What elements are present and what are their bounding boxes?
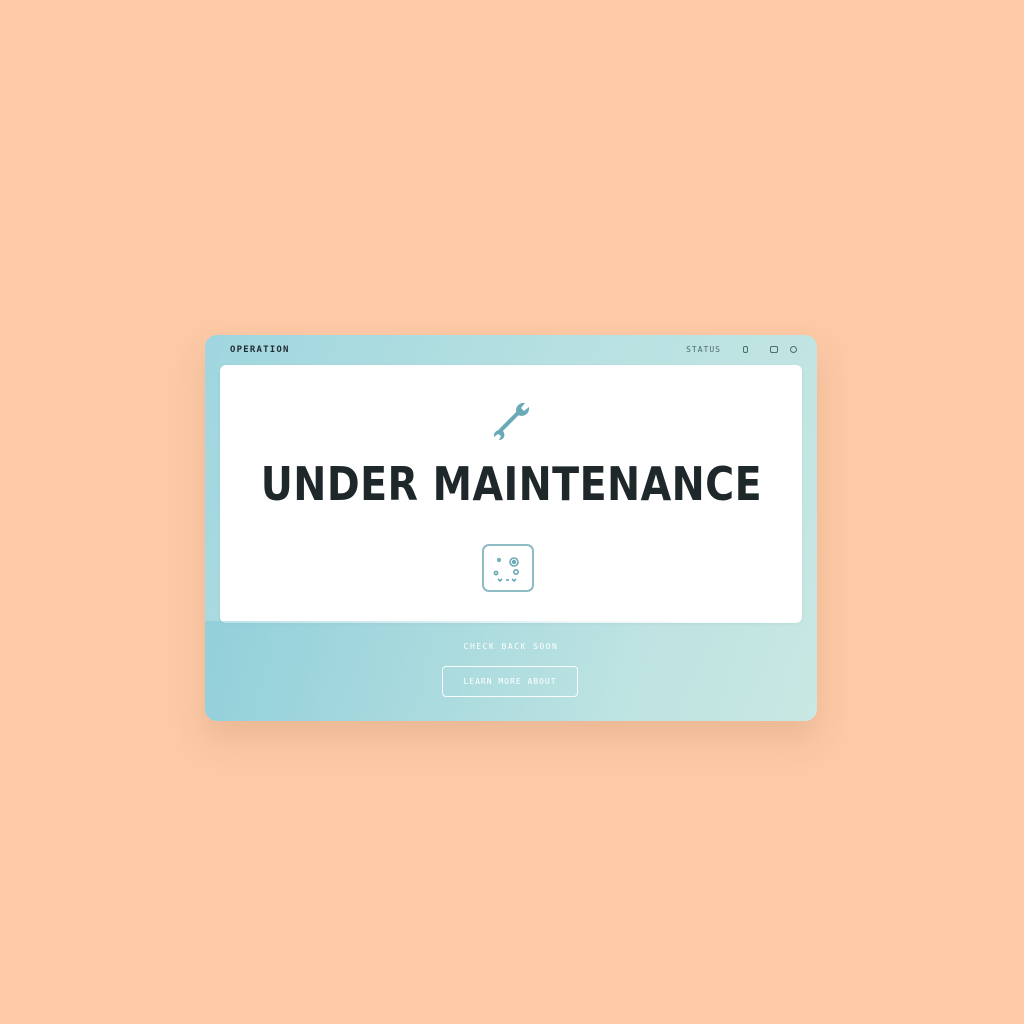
minimize-button[interactable] — [770, 346, 778, 353]
wrench-icon — [493, 402, 530, 440]
page-title: UNDER MAINTENANCE — [260, 457, 763, 511]
gears-icon — [493, 557, 519, 583]
content-panel: UNDER MAINTENANCE — [220, 365, 802, 623]
learn-more-button[interactable]: LEARN MORE ABOUT — [442, 666, 578, 697]
titlebar-small-icon[interactable] — [743, 346, 748, 353]
maintenance-window: OPERATION STATUS UNDER MAINTENANCE CHECK… — [205, 335, 817, 721]
window-controls — [770, 346, 797, 353]
maintenance-caption: CHECK BACK SOON — [463, 642, 559, 651]
titlebar-right: STATUS — [686, 345, 797, 354]
titlebar-status-text: STATUS — [686, 345, 721, 354]
window-titlebar: OPERATION STATUS — [205, 335, 817, 365]
status-widget[interactable] — [482, 544, 534, 592]
window-title: OPERATION — [230, 345, 290, 355]
close-button[interactable] — [790, 346, 797, 353]
